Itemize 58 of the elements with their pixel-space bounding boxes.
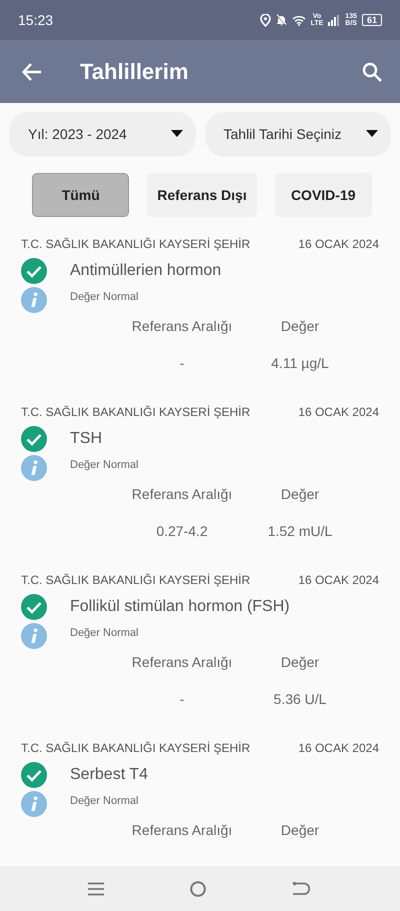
column-header: Değer — [280, 821, 320, 840]
result-date: 16 OCAK 2024 — [298, 236, 379, 252]
result-value: 1.52 mU/L — [266, 522, 334, 541]
test-name: Follikül stimülan hormon (FSH) — [70, 597, 291, 617]
test-name: Antimüllerien hormon — [70, 261, 222, 281]
filter-tab[interactable]: Referans Dışı — [147, 173, 257, 217]
result-value: 5.36 U/L — [272, 690, 328, 709]
column-header: Referans Aralığı — [130, 485, 234, 504]
filter-tab[interactable]: Tümü — [32, 173, 130, 217]
column-header: Değer — [280, 317, 320, 336]
result-date: 16 OCAK 2024 — [298, 572, 379, 588]
dropdown[interactable]: Tahlil Tarihi Seçiniz — [206, 112, 390, 155]
check-circle-icon — [21, 762, 47, 788]
check-circle-icon — [21, 594, 47, 620]
circle-icon — [190, 880, 206, 896]
column-header: Referans Aralığı — [130, 317, 234, 336]
info-icon — [21, 287, 47, 313]
check-circle-icon — [21, 258, 47, 284]
result-date: 16 OCAK 2024 — [298, 404, 379, 420]
column-header: Değer — [280, 653, 320, 672]
info-icon — [21, 623, 47, 649]
caret-icon — [170, 130, 182, 137]
search-icon — [362, 62, 382, 82]
back-button[interactable] — [20, 60, 44, 82]
result-value: 4.11 µg/L — [270, 354, 330, 373]
bell-off-icon — [276, 14, 287, 26]
page-title: Tahlillerim — [80, 58, 190, 84]
test-name: TSH — [70, 429, 103, 449]
institution-name: T.C. SAĞLIK BAKANLIĞI KAYSERİ ŞEHİR — [21, 572, 250, 588]
reference-range: 0.27-4.2 — [155, 522, 209, 541]
institution-name: T.C. SAĞLIK BAKANLIĞI KAYSERİ ŞEHİR — [21, 740, 250, 756]
reference-range: - — [178, 354, 186, 373]
result-date: 16 OCAK 2024 — [298, 740, 379, 756]
caret-icon — [366, 130, 378, 137]
return-arrow-icon — [292, 882, 310, 896]
institution-name: T.C. SAĞLIK BAKANLIĞI KAYSERİ ŞEHİR — [21, 404, 250, 420]
back-arrow-icon — [22, 62, 42, 80]
location-icon — [260, 14, 271, 26]
status-text: Değer Normal — [70, 458, 140, 473]
status-text: Değer Normal — [70, 290, 140, 305]
column-header: Referans Aralığı — [130, 653, 234, 672]
reference-range: - — [178, 690, 186, 709]
info-icon — [21, 455, 47, 481]
check-circle-icon — [21, 426, 47, 452]
wifi-icon — [292, 14, 306, 26]
column-header: Değer — [280, 485, 320, 504]
info-icon — [21, 791, 47, 817]
status-text: Değer Normal — [70, 626, 140, 641]
menu-icon — [88, 882, 104, 896]
column-header: Referans Aralığı — [130, 821, 234, 840]
signal-icon — [328, 14, 340, 26]
institution-name: T.C. SAĞLIK BAKANLIĞI KAYSERİ ŞEHİR — [21, 236, 250, 252]
battery-level: 61 — [362, 14, 382, 26]
test-name: Serbest T4 — [70, 765, 149, 785]
status-text: Değer Normal — [70, 794, 140, 809]
dropdown[interactable]: Yıl: 2023 - 2024 — [10, 112, 194, 155]
filter-tab[interactable]: COVID-19 — [274, 173, 372, 217]
status-time: 15:23 — [18, 12, 54, 28]
